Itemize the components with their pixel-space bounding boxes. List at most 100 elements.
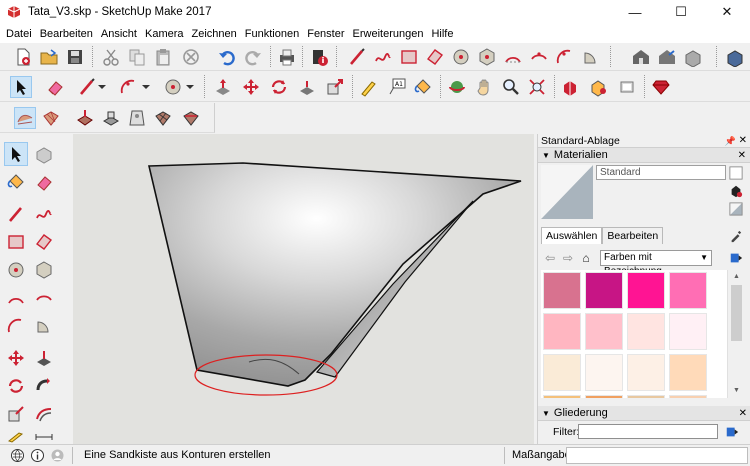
rotate-icon[interactable]: [268, 76, 290, 98]
rectangle-icon[interactable]: [398, 46, 420, 68]
copy-icon[interactable]: [126, 46, 148, 68]
smoove-icon[interactable]: [74, 107, 96, 129]
make-component-icon[interactable]: [32, 142, 56, 166]
dimension-icon[interactable]: [32, 430, 56, 444]
sandbox-from-contours-icon[interactable]: [14, 107, 36, 129]
outliner-section-header[interactable]: ▼ Gliederung ✕: [538, 406, 750, 421]
details-menu-icon[interactable]: [728, 250, 744, 266]
select-arrow-icon[interactable]: [4, 142, 28, 166]
arc-tool-icon[interactable]: [118, 76, 140, 98]
chevron-down-icon[interactable]: [140, 76, 152, 98]
material-swatch[interactable]: [543, 313, 581, 350]
materials-icon[interactable]: [588, 76, 610, 98]
scroll-up-icon[interactable]: ▲: [728, 270, 745, 284]
material-swatch[interactable]: [627, 313, 665, 350]
scale-icon[interactable]: [324, 76, 346, 98]
print-icon[interactable]: [276, 46, 298, 68]
pencil-icon[interactable]: [76, 76, 98, 98]
pan-hand-icon[interactable]: [474, 76, 496, 98]
credits-info-icon[interactable]: [30, 448, 45, 463]
polygon-icon[interactable]: [32, 258, 56, 282]
orbit-icon[interactable]: [446, 76, 468, 98]
display-secondary-icon[interactable]: [728, 165, 744, 181]
rectangle-icon[interactable]: [4, 230, 28, 254]
sandbox-from-scratch-icon[interactable]: [40, 107, 62, 129]
back-arrow-icon[interactable]: ⇦: [541, 250, 559, 266]
close-button[interactable]: ✕: [704, 0, 750, 24]
minimize-button[interactable]: —: [612, 0, 658, 24]
scroll-down-icon[interactable]: ▼: [728, 384, 745, 398]
move-icon[interactable]: [4, 346, 28, 370]
select-arrow-icon[interactable]: [10, 76, 32, 98]
share-model-icon[interactable]: [656, 46, 678, 68]
menu-hilfe[interactable]: Hilfe: [427, 28, 457, 40]
extension-warehouse-icon[interactable]: [724, 46, 746, 68]
pie-icon[interactable]: [580, 46, 602, 68]
arc-icon[interactable]: [502, 46, 524, 68]
menu-erweiterungen[interactable]: Erweiterungen: [349, 28, 428, 40]
geo-location-icon[interactable]: [10, 448, 25, 463]
materials-section-header[interactable]: ▼ Materialien ✕: [538, 148, 750, 163]
stamp-icon[interactable]: [100, 107, 122, 129]
close-icon[interactable]: ✕: [738, 148, 746, 163]
redo-icon[interactable]: [242, 46, 264, 68]
components-icon[interactable]: [560, 76, 582, 98]
close-icon[interactable]: ✕: [739, 134, 747, 148]
circle-icon[interactable]: [450, 46, 472, 68]
cut-icon[interactable]: [100, 46, 122, 68]
filter-input[interactable]: [578, 424, 718, 439]
follow-me-icon[interactable]: [32, 374, 56, 398]
scroll-thumb[interactable]: [731, 285, 742, 341]
save-icon[interactable]: [64, 46, 86, 68]
material-swatch[interactable]: [669, 313, 707, 350]
model-viewport[interactable]: [73, 134, 534, 444]
offset-icon[interactable]: [32, 402, 56, 426]
menu-bearbeiten[interactable]: Bearbeiten: [36, 28, 97, 40]
material-swatch[interactable]: [585, 313, 623, 350]
default-material-icon[interactable]: [728, 201, 744, 217]
warehouse-icon[interactable]: [630, 46, 652, 68]
scale-icon[interactable]: [4, 402, 28, 426]
material-swatch[interactable]: [627, 272, 665, 309]
tab-edit[interactable]: Bearbeiten: [602, 227, 664, 244]
follow-me-icon[interactable]: [296, 76, 318, 98]
menu-fenster[interactable]: Fenster: [303, 28, 348, 40]
collapse-triangle-icon[interactable]: ▼: [542, 409, 550, 418]
paint-bucket-icon[interactable]: [4, 170, 28, 194]
chevron-down-icon[interactable]: [96, 76, 108, 98]
collapse-triangle-icon[interactable]: ▼: [542, 151, 550, 160]
material-swatch[interactable]: [543, 272, 581, 309]
tab-select[interactable]: Auswählen: [541, 227, 603, 244]
material-swatch[interactable]: [585, 354, 623, 391]
model-info-icon[interactable]: [308, 46, 330, 68]
tape-measure-icon[interactable]: [358, 76, 380, 98]
material-swatch[interactable]: [669, 272, 707, 309]
pie-icon[interactable]: [32, 314, 56, 338]
menu-funktionen[interactable]: Funktionen: [241, 28, 303, 40]
shape-tool-icon[interactable]: [162, 76, 184, 98]
user-account-icon[interactable]: [50, 448, 65, 463]
create-material-icon[interactable]: [728, 183, 744, 199]
library-select[interactable]: Farben mit Bezeichnung ▼: [600, 250, 712, 277]
move-icon[interactable]: [240, 76, 262, 98]
material-swatch[interactable]: [543, 354, 581, 391]
material-swatch[interactable]: [669, 395, 707, 398]
material-swatch[interactable]: [627, 395, 665, 398]
circle-icon[interactable]: [4, 258, 28, 282]
push-pull-icon[interactable]: [32, 346, 56, 370]
three-point-arc-icon[interactable]: [4, 314, 28, 338]
measurements-input[interactable]: [566, 447, 748, 464]
paint-bucket-icon[interactable]: [412, 76, 434, 98]
zoom-icon[interactable]: [500, 76, 522, 98]
drape-icon[interactable]: [126, 107, 148, 129]
rotated-rectangle-icon[interactable]: [32, 230, 56, 254]
two-point-arc-icon[interactable]: [528, 46, 550, 68]
new-file-icon[interactable]: [12, 46, 34, 68]
close-icon[interactable]: ✕: [739, 406, 747, 421]
erase-icon[interactable]: [180, 46, 202, 68]
flip-edge-icon[interactable]: [180, 107, 202, 129]
material-name-field[interactable]: Standard: [596, 165, 726, 180]
eraser-icon[interactable]: [44, 76, 66, 98]
forward-arrow-icon[interactable]: ⇨: [559, 250, 577, 266]
push-pull-icon[interactable]: [212, 76, 234, 98]
